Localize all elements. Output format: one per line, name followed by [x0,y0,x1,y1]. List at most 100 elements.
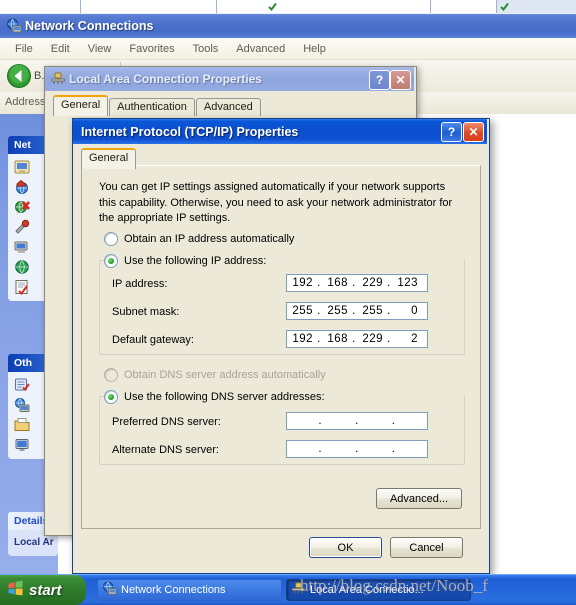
back-arrow-icon[interactable] [6,63,32,89]
ip-title-text: Internet Protocol (TCP/IP) Properties [81,124,299,139]
cancel-button[interactable]: Cancel [390,537,463,558]
address-bar-label: Address [5,96,46,108]
rename-icon [14,239,30,255]
radio-use-following-dns-label: Use the following DNS server addresses: [124,391,325,403]
explorer-menu-bar[interactable]: File Edit View Favorites Tools Advanced … [0,38,576,60]
lac-title-text: Local Area Connection Properties [69,72,262,86]
default-gateway-octet-3[interactable]: 229 [357,333,386,345]
repair-icon [14,219,30,235]
radio-obtain-ip-automatically[interactable]: Obtain an IP address automatically [104,232,294,246]
top-partial-window-strip [0,0,576,15]
default-gateway-input[interactable]: 192 . 168 . 229 . 2 [286,330,428,348]
lac-help-button[interactable]: ? [369,70,390,90]
explorer-title-text: Network Connections [25,19,154,33]
disable-device-icon [14,199,30,215]
tab-authentication[interactable]: Authentication [109,98,195,116]
alternate-dns-dot: . [391,443,396,455]
strip-segment [0,0,81,13]
preferred-dns-dot: . [318,415,323,427]
radio-use-following-ip[interactable]: Use the following IP address: [104,254,271,268]
start-button-label: start [29,581,62,599]
ok-button[interactable]: OK [309,537,382,558]
my-network-places-icon [14,397,30,413]
alternate-dns-dot: . [355,443,359,455]
menu-item-view[interactable]: View [79,41,121,57]
alternate-dns-label: Alternate DNS server: [112,444,219,456]
default-gateway-octet-1[interactable]: 192 [287,333,316,345]
ip-general-tab-panel: You can get IP settings assigned automat… [81,165,481,529]
tab-general[interactable]: General [81,148,137,169]
preferred-dns-dot: . [355,415,359,427]
network-globe-icon [102,581,117,599]
network-adapter-icon [50,71,66,87]
ip-address-input[interactable]: 192 . 168 . 229 . 123 [286,274,428,292]
ip-title-bar[interactable]: Internet Protocol (TCP/IP) Properties ? … [73,119,487,144]
control-panel-icon [14,377,30,393]
subnet-mask-input[interactable]: 255 . 255 . 255 . 0 [286,302,428,320]
radio-use-following-dns[interactable]: Use the following DNS server addresses: [104,390,329,404]
explorer-title-bar: Network Connections [0,14,576,38]
ip-close-button[interactable]: ✕ [463,122,484,142]
ip-address-octet-1[interactable]: 192 [287,277,316,289]
radio-use-following-ip-label: Use the following IP address: [124,255,267,267]
subnet-mask-octet-4[interactable]: 0 [392,305,421,317]
lac-title-bar[interactable]: Local Area Connection Properties ? ✕ [45,67,414,91]
radio-use-following-dns-indicator[interactable] [104,390,118,404]
ip-address-label: IP address: [112,278,168,290]
menu-item-favorites[interactable]: Favorites [120,41,183,57]
taskbar-item-network-connections-label: Network Connections [121,584,226,596]
tab-general[interactable]: General [53,95,109,116]
default-gateway-octet-4[interactable]: 2 [392,333,421,345]
taskbar-item-network-connections[interactable]: Network Connections [97,579,282,601]
default-gateway-label: Default gateway: [112,334,194,346]
radio-obtain-dns-automatically-label: Obtain DNS server address automatically [124,369,326,381]
ip-address-octet-2[interactable]: 168 [322,277,351,289]
network-globe-icon [6,18,22,34]
radio-obtain-dns-automatically-indicator[interactable] [104,368,118,382]
windows-flag-icon [7,580,24,600]
subnet-mask-octet-3[interactable]: 255 [357,305,386,317]
home-network-icon [14,179,30,195]
my-documents-icon [14,417,30,433]
menu-item-edit[interactable]: Edit [42,41,79,57]
strip-green-marker-icon [268,2,277,14]
start-button[interactable]: start [0,575,86,605]
subnet-mask-octet-1[interactable]: 255 [287,305,316,317]
lac-close-button[interactable]: ✕ [390,70,411,90]
menu-item-advanced[interactable]: Advanced [227,41,294,57]
tab-advanced[interactable]: Advanced [195,98,261,116]
radio-obtain-ip-automatically-indicator[interactable] [104,232,118,246]
radio-obtain-dns-automatically[interactable]: Obtain DNS server address automatically [104,368,326,382]
subnet-mask-label: Subnet mask: [112,306,180,318]
ip-help-button[interactable]: ? [441,122,462,142]
preferred-dns-label: Preferred DNS server: [112,416,221,428]
advanced-button[interactable]: Advanced... [376,488,462,509]
change-settings-icon [14,279,30,296]
new-connection-icon [14,159,30,175]
watermark-text: http://blog.csdn.net/Noob_f [300,576,488,595]
ip-tab-strip[interactable]: General [81,148,137,169]
radio-use-following-ip-indicator[interactable] [104,254,118,268]
strip-segment [431,0,497,13]
default-gateway-octet-2[interactable]: 168 [322,333,351,345]
menu-item-help[interactable]: Help [294,41,335,57]
strip-segment [217,0,431,13]
subnet-mask-octet-2[interactable]: 255 [322,305,351,317]
ip-address-octet-3[interactable]: 229 [357,277,386,289]
menu-item-file[interactable]: File [6,41,42,57]
menu-item-tools[interactable]: Tools [184,41,228,57]
strip-green-marker-icon [500,2,509,14]
view-status-icon [14,259,30,275]
radio-obtain-ip-automatically-label: Obtain an IP address automatically [124,233,295,245]
alternate-dns-dot: . [318,443,323,455]
lac-tab-strip[interactable]: General Authentication Advanced [53,95,262,116]
alternate-dns-input[interactable]: . . . [286,440,428,458]
preferred-dns-dot: . [391,415,396,427]
ip-description-text: You can get IP settings assigned automat… [99,181,453,224]
strip-segment [81,0,217,13]
windows-taskbar: start Network Connections Local Area Con… [0,574,576,605]
ip-address-octet-4[interactable]: 123 [392,277,421,289]
my-computer-icon [14,437,30,453]
internet-protocol-properties-dialog[interactable]: Internet Protocol (TCP/IP) Properties ? … [72,118,490,574]
preferred-dns-input[interactable]: . . . [286,412,428,430]
